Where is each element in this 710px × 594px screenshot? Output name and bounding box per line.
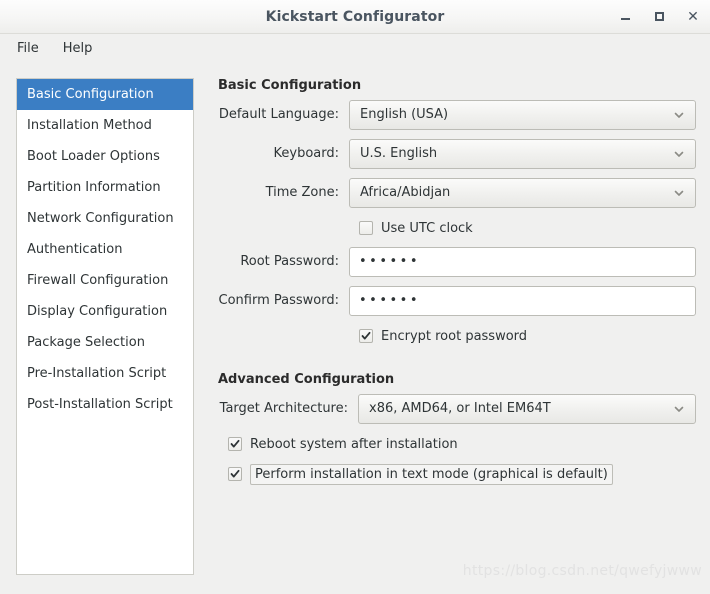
sidebar-item-network-configuration[interactable]: Network Configuration [17,203,193,234]
sidebar-item-pre-installation-script[interactable]: Pre-Installation Script [17,358,193,389]
row-root-password: Root Password: •••••• [216,246,696,277]
target-architecture-combobox[interactable]: x86, AMD64, or Intel EM64T [358,394,696,424]
row-time-zone: Time Zone: Africa/Abidjan [216,177,696,208]
text-mode-install-checkbox[interactable] [228,467,242,481]
row-text-mode-install: Perform installation in text mode (graph… [216,462,696,486]
use-utc-clock-label[interactable]: Use UTC clock [381,221,473,236]
chevron-down-icon [673,148,685,160]
time-zone-value: Africa/Abidjan [360,185,673,200]
row-reboot-after-installation: Reboot system after installation [216,432,696,456]
default-language-value: English (USA) [360,107,673,122]
row-encrypt-root-password: Encrypt root password [216,324,696,348]
minimize-button[interactable] [614,6,636,28]
target-architecture-value: x86, AMD64, or Intel EM64T [369,401,673,416]
row-use-utc-clock: Use UTC clock [216,216,696,240]
basic-configuration-heading: Basic Configuration [218,78,696,93]
maximize-icon [655,12,664,21]
time-zone-combobox[interactable]: Africa/Abidjan [349,178,696,208]
window-title: Kickstart Configurator [266,9,445,25]
title-bar: Kickstart Configurator ✕ [0,0,710,34]
encrypt-root-password-label[interactable]: Encrypt root password [381,329,527,344]
root-password-label: Root Password: [216,254,349,269]
default-language-combobox[interactable]: English (USA) [349,100,696,130]
root-password-input[interactable]: •••••• [349,247,696,277]
sidebar-item-installation-method[interactable]: Installation Method [17,110,193,141]
keyboard-value: U.S. English [360,146,673,161]
menu-bar: File Help [0,34,710,62]
target-architecture-label: Target Architecture: [216,401,358,416]
confirm-password-label: Confirm Password: [216,293,349,308]
text-mode-install-label[interactable]: Perform installation in text mode (graph… [250,464,613,485]
sidebar-item-firewall-configuration[interactable]: Firewall Configuration [17,265,193,296]
sidebar-item-post-installation-script[interactable]: Post-Installation Script [17,389,193,420]
row-confirm-password: Confirm Password: •••••• [216,285,696,316]
sidebar-item-package-selection[interactable]: Package Selection [17,327,193,358]
advanced-configuration-heading: Advanced Configuration [218,372,696,387]
row-default-language: Default Language: English (USA) [216,99,696,130]
sidebar-item-boot-loader-options[interactable]: Boot Loader Options [17,141,193,172]
reboot-after-installation-label[interactable]: Reboot system after installation [250,437,458,452]
menu-item-help[interactable]: Help [54,38,102,59]
keyboard-label: Keyboard: [216,146,349,161]
row-target-architecture: Target Architecture: x86, AMD64, or Inte… [216,393,696,424]
close-icon: ✕ [687,10,699,24]
row-keyboard: Keyboard: U.S. English [216,138,696,169]
menu-item-file[interactable]: File [8,38,48,59]
minimize-icon [621,18,630,20]
close-button[interactable]: ✕ [682,6,704,28]
settings-pane: Basic Configuration Default Language: En… [194,78,696,594]
chevron-down-icon [673,403,685,415]
sidebar-nav-list[interactable]: Basic Configuration Installation Method … [16,78,194,575]
chevron-down-icon [673,187,685,199]
maximize-button[interactable] [648,6,670,28]
confirm-password-input[interactable]: •••••• [349,286,696,316]
sidebar-item-display-configuration[interactable]: Display Configuration [17,296,193,327]
time-zone-label: Time Zone: [216,185,349,200]
chevron-down-icon [673,109,685,121]
encrypt-root-password-checkbox[interactable] [359,329,373,343]
use-utc-clock-checkbox[interactable] [359,221,373,235]
sidebar-item-partition-information[interactable]: Partition Information [17,172,193,203]
sidebar-item-basic-configuration[interactable]: Basic Configuration [17,79,193,110]
reboot-after-installation-checkbox[interactable] [228,437,242,451]
main-content: Basic Configuration Installation Method … [0,62,710,594]
keyboard-combobox[interactable]: U.S. English [349,139,696,169]
window-controls: ✕ [614,0,704,33]
sidebar-item-authentication[interactable]: Authentication [17,234,193,265]
default-language-label: Default Language: [216,107,349,122]
